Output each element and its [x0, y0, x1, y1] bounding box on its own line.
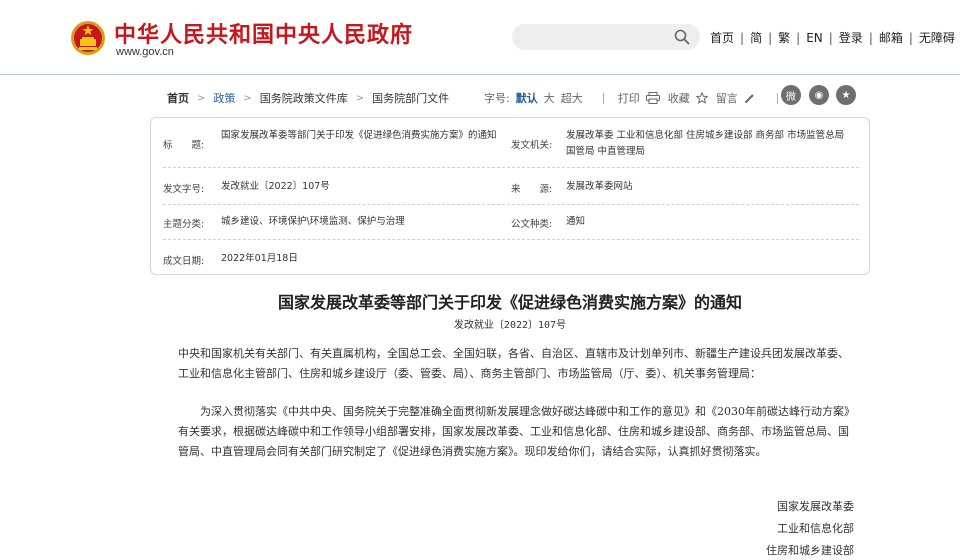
- divider: |: [796, 30, 801, 45]
- national-emblem-icon[interactable]: [70, 18, 106, 58]
- date-value: 2022年01月18日: [221, 253, 298, 264]
- type-value: 通知: [566, 216, 586, 227]
- issuer-value: 发展改革委 工业和信息化部 住房城乡建设部 商务部 市场监管总局 国管局 中直管…: [566, 130, 845, 157]
- topic-value: 城乡建设、环境保护\环境监测、保护与治理: [221, 216, 405, 227]
- site-header: 中华人民共和国中央人民政府 www.gov.cn 首页 | 简 | 繁 | EN…: [0, 0, 960, 75]
- topic-label: 主题分类:: [163, 219, 205, 230]
- divider: |: [868, 30, 873, 45]
- breadcrumb-bar: 首页 > 政策 > 国务院政策文件库 > 国务院部门文件 字号: 默认 大 超大…: [0, 85, 960, 108]
- nav-simplified[interactable]: 简: [750, 29, 762, 46]
- divider: |: [740, 30, 745, 45]
- message-button[interactable]: 留言: [716, 90, 738, 106]
- article-title: 国家发展改革委等部门关于印发《促进绿色消费实施方案》的通知: [277, 293, 742, 312]
- search-icon[interactable]: [674, 29, 690, 45]
- title-label: 标 题:: [163, 140, 205, 151]
- chevron-right-icon: >: [355, 92, 365, 104]
- article-tools: 字号: 默认 大 超大 打印 收藏 留言: [484, 90, 792, 106]
- nav-mail[interactable]: 邮箱: [879, 29, 903, 46]
- breadcrumb-home[interactable]: 首页: [167, 90, 189, 106]
- breadcrumb-policy[interactable]: 政策: [213, 90, 235, 106]
- issuer-label: 发文机关:: [511, 140, 553, 151]
- divider: |: [768, 30, 773, 45]
- font-size-xlarge[interactable]: 超大: [561, 90, 583, 106]
- top-nav: 首页 | 简 | 繁 | EN | 登录 | 邮箱 | 无障碍: [710, 29, 955, 46]
- meta-row: 成文日期: 2022年01月18日: [163, 240, 859, 275]
- signature-line: 工业和信息化部: [777, 522, 854, 535]
- divider: |: [908, 30, 913, 45]
- chevron-right-icon: >: [243, 92, 252, 104]
- date-label: 成文日期:: [163, 256, 205, 267]
- weibo-share-icon[interactable]: 微: [781, 85, 801, 105]
- nav-home[interactable]: 首页: [710, 29, 734, 46]
- meta-row: 主题分类: 城乡建设、环境保护\环境监测、保护与治理 公文种类: 通知: [163, 205, 859, 240]
- star-icon[interactable]: [695, 92, 708, 104]
- breadcrumb-policy-library[interactable]: 国务院政策文件库: [260, 90, 348, 106]
- signature-line: 住房和城乡建设部: [766, 544, 854, 557]
- breadcrumb-dept-docs[interactable]: 国务院部门文件: [372, 90, 449, 106]
- title-value: 国家发展改革委等部门关于印发《促进绿色消费实施方案》的通知: [221, 130, 497, 141]
- nav-traditional[interactable]: 繁: [778, 29, 790, 46]
- site-title[interactable]: 中华人民共和国中央人民政府: [114, 17, 413, 49]
- type-label: 公文种类:: [511, 219, 553, 230]
- breadcrumb: 首页 > 政策 > 国务院政策文件库 > 国务院部门文件: [167, 90, 449, 106]
- divider: |: [828, 30, 833, 45]
- article-paragraph: 中央和国家机关有关部门、有关直属机构，全国总工会、全国妇联，各省、自治区、直辖市…: [178, 347, 849, 380]
- favorite-button[interactable]: 收藏: [668, 90, 690, 106]
- pencil-icon[interactable]: [744, 93, 755, 104]
- font-size-large[interactable]: 大: [544, 90, 555, 106]
- nav-accessibility[interactable]: 无障碍: [919, 29, 955, 46]
- signature-line: 国家发展改革委: [777, 500, 854, 513]
- divider: [776, 92, 778, 104]
- chevron-right-icon: >: [197, 92, 206, 104]
- print-button[interactable]: 打印: [618, 90, 640, 106]
- font-size-label: 字号:: [484, 92, 510, 105]
- search-input[interactable]: [512, 24, 700, 50]
- star-share-icon[interactable]: ★: [836, 85, 856, 105]
- printer-icon[interactable]: [645, 92, 660, 104]
- site-url[interactable]: www.gov.cn: [116, 46, 174, 58]
- source-label: 来 源:: [511, 184, 553, 195]
- article-doc-number: 发改就业〔2022〕107号: [453, 320, 567, 331]
- nav-login[interactable]: 登录: [839, 29, 863, 46]
- divider: [602, 92, 604, 104]
- nav-english[interactable]: EN: [806, 31, 823, 45]
- source-value: 发展改革委网站: [566, 181, 633, 192]
- article-paragraph: 为深入贯彻落实《中共中央、国务院关于完整准确全面贯彻新发展理念做好碳达峰碳中和工…: [178, 405, 855, 458]
- meta-row: 发文字号: 发改就业〔2022〕107号 来 源: 发展改革委网站: [163, 168, 859, 205]
- docno-value: 发改就业〔2022〕107号: [221, 181, 330, 192]
- font-size-default[interactable]: 默认: [516, 90, 538, 106]
- meta-row: 标 题: 国家发展改革委等部门关于印发《促进绿色消费实施方案》的通知 发文机关:…: [163, 118, 859, 168]
- document-metadata: 标 题: 国家发展改革委等部门关于印发《促进绿色消费实施方案》的通知 发文机关:…: [150, 117, 870, 275]
- wechat-share-icon[interactable]: ◉: [809, 85, 829, 105]
- docno-label: 发文字号:: [163, 184, 205, 195]
